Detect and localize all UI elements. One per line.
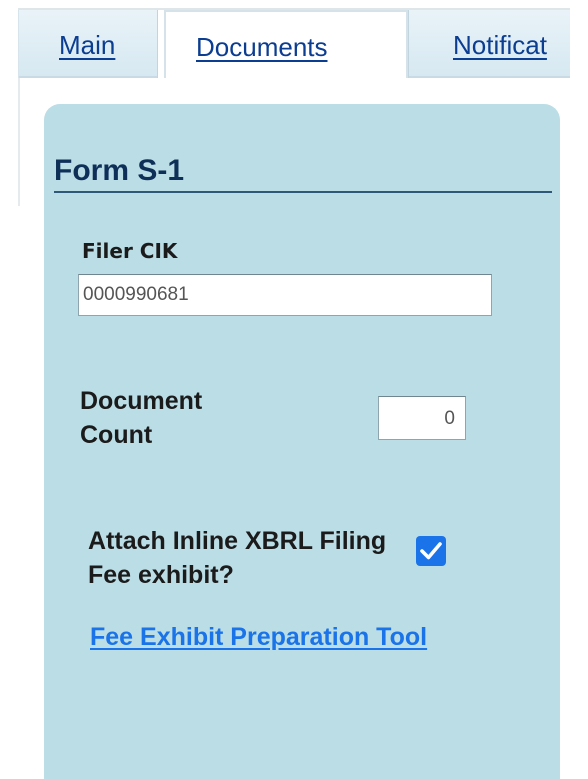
attach-xbrl-checkbox[interactable]	[416, 536, 446, 566]
filer-cik-label: Filer CIK	[82, 239, 178, 263]
filer-cik-field[interactable]: 0000990681	[78, 274, 492, 316]
title-divider	[54, 191, 552, 193]
checkmark-icon	[420, 542, 442, 560]
attach-xbrl-label: Attach Inline XBRL Filing Fee exhibit?	[88, 527, 387, 589]
tab-documents[interactable]: Documents	[164, 10, 408, 78]
document-count-label: Document Count	[80, 387, 203, 449]
tab-bar: Main Documents Notificat	[0, 0, 588, 80]
fee-exhibit-tool-link[interactable]: Fee Exhibit Preparation Tool	[90, 620, 470, 654]
edgar-filing-form: Main Documents Notificat Form S-1 Filer …	[0, 0, 588, 779]
tab-main[interactable]: Main	[18, 10, 158, 78]
document-count-field[interactable]: 0	[378, 396, 466, 440]
form-title: Form S-1	[54, 154, 185, 187]
form-panel: Form S-1 Filer CIK 0000990681 Document C…	[44, 104, 560, 779]
content-border	[18, 78, 20, 206]
tab-notifications[interactable]: Notificat	[408, 10, 570, 78]
